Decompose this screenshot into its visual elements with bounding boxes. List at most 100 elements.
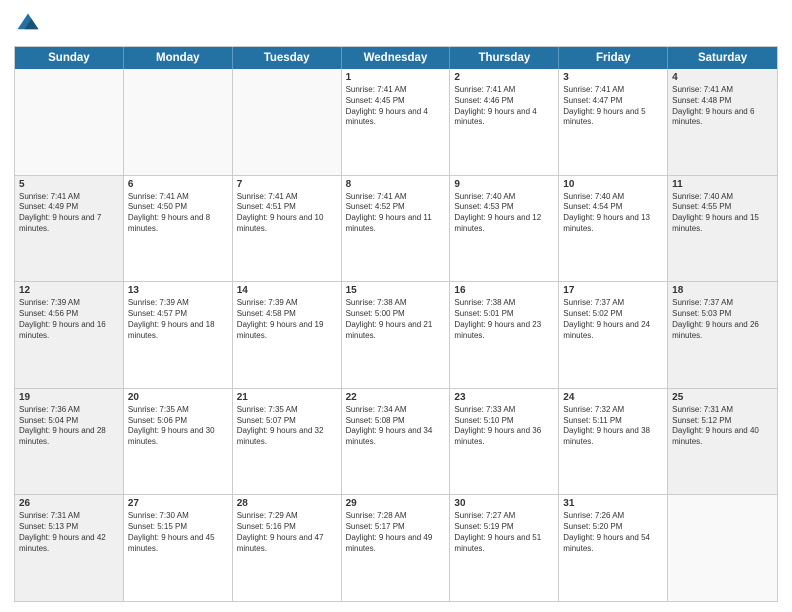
calendar-cell: 12 Sunrise: 7:39 AM Sunset: 4:56 PM Dayli… (15, 282, 124, 388)
day-number: 26 (19, 498, 119, 509)
day-number: 15 (346, 285, 446, 296)
day-info: Sunrise: 7:40 AM Sunset: 4:54 PM Dayligh… (563, 192, 663, 235)
day-info: Sunrise: 7:39 AM Sunset: 4:56 PM Dayligh… (19, 298, 119, 341)
calendar: SundayMondayTuesdayWednesdayThursdayFrid… (14, 46, 778, 602)
day-number: 14 (237, 285, 337, 296)
page: SundayMondayTuesdayWednesdayThursdayFrid… (0, 0, 792, 612)
day-number: 9 (454, 179, 554, 190)
day-info: Sunrise: 7:40 AM Sunset: 4:53 PM Dayligh… (454, 192, 554, 235)
day-number: 28 (237, 498, 337, 509)
day-number: 31 (563, 498, 663, 509)
day-number: 1 (346, 72, 446, 83)
calendar-cell: 3 Sunrise: 7:41 AM Sunset: 4:47 PM Daylig… (559, 69, 668, 175)
calendar-cell: 18 Sunrise: 7:37 AM Sunset: 5:03 PM Dayli… (668, 282, 777, 388)
day-number: 3 (563, 72, 663, 83)
calendar-cell: 22 Sunrise: 7:34 AM Sunset: 5:08 PM Dayli… (342, 389, 451, 495)
calendar-cell (233, 69, 342, 175)
day-header-wednesday: Wednesday (342, 47, 451, 69)
calendar-cell: 31 Sunrise: 7:26 AM Sunset: 5:20 PM Dayli… (559, 495, 668, 601)
day-number: 17 (563, 285, 663, 296)
day-info: Sunrise: 7:37 AM Sunset: 5:03 PM Dayligh… (672, 298, 773, 341)
day-number: 10 (563, 179, 663, 190)
day-number: 19 (19, 392, 119, 403)
calendar-row-4: 19Sunrise: 7:36 AM Sunset: 5:04 PM Dayli… (15, 388, 777, 495)
day-number: 23 (454, 392, 554, 403)
calendar-header: SundayMondayTuesdayWednesdayThursdayFrid… (15, 47, 777, 69)
day-number: 27 (128, 498, 228, 509)
calendar-cell: 28 Sunrise: 7:29 AM Sunset: 5:16 PM Dayli… (233, 495, 342, 601)
calendar-cell: 14 Sunrise: 7:39 AM Sunset: 4:58 PM Dayli… (233, 282, 342, 388)
day-header-saturday: Saturday (668, 47, 777, 69)
day-info: Sunrise: 7:41 AM Sunset: 4:47 PM Dayligh… (563, 85, 663, 128)
calendar-cell (668, 495, 777, 601)
day-number: 13 (128, 285, 228, 296)
logo (14, 10, 46, 38)
day-info: Sunrise: 7:38 AM Sunset: 5:00 PM Dayligh… (346, 298, 446, 341)
calendar-cell: 7 Sunrise: 7:41 AM Sunset: 4:51 PM Daylig… (233, 176, 342, 282)
day-info: Sunrise: 7:35 AM Sunset: 5:07 PM Dayligh… (237, 405, 337, 448)
day-number: 2 (454, 72, 554, 83)
day-info: Sunrise: 7:28 AM Sunset: 5:17 PM Dayligh… (346, 511, 446, 554)
day-header-sunday: Sunday (15, 47, 124, 69)
calendar-cell (15, 69, 124, 175)
day-info: Sunrise: 7:41 AM Sunset: 4:45 PM Dayligh… (346, 85, 446, 128)
day-info: Sunrise: 7:35 AM Sunset: 5:06 PM Dayligh… (128, 405, 228, 448)
day-number: 29 (346, 498, 446, 509)
calendar-cell: 20 Sunrise: 7:35 AM Sunset: 5:06 PM Dayli… (124, 389, 233, 495)
day-number: 22 (346, 392, 446, 403)
day-info: Sunrise: 7:41 AM Sunset: 4:46 PM Dayligh… (454, 85, 554, 128)
day-header-friday: Friday (559, 47, 668, 69)
day-number: 8 (346, 179, 446, 190)
calendar-cell: 25 Sunrise: 7:31 AM Sunset: 5:12 PM Dayli… (668, 389, 777, 495)
calendar-cell: 30Sunrise: 7:27 AM Sunset: 5:19 PM Dayli… (450, 495, 559, 601)
day-number: 11 (672, 179, 773, 190)
day-info: Sunrise: 7:31 AM Sunset: 5:12 PM Dayligh… (672, 405, 773, 448)
day-number: 20 (128, 392, 228, 403)
calendar-row-2: 5Sunrise: 7:41 AM Sunset: 4:49 PM Daylig… (15, 175, 777, 282)
day-number: 24 (563, 392, 663, 403)
day-info: Sunrise: 7:34 AM Sunset: 5:08 PM Dayligh… (346, 405, 446, 448)
day-number: 18 (672, 285, 773, 296)
calendar-cell: 26Sunrise: 7:31 AM Sunset: 5:13 PM Dayli… (15, 495, 124, 601)
calendar-cell: 1 Sunrise: 7:41 AM Sunset: 4:45 PM Daylig… (342, 69, 451, 175)
calendar-row-5: 26Sunrise: 7:31 AM Sunset: 5:13 PM Dayli… (15, 494, 777, 601)
calendar-body: 1 Sunrise: 7:41 AM Sunset: 4:45 PM Daylig… (15, 69, 777, 601)
day-info: Sunrise: 7:33 AM Sunset: 5:10 PM Dayligh… (454, 405, 554, 448)
day-info: Sunrise: 7:29 AM Sunset: 5:16 PM Dayligh… (237, 511, 337, 554)
day-number: 30 (454, 498, 554, 509)
calendar-cell: 11 Sunrise: 7:40 AM Sunset: 4:55 PM Dayli… (668, 176, 777, 282)
day-info: Sunrise: 7:41 AM Sunset: 4:50 PM Dayligh… (128, 192, 228, 235)
calendar-cell: 19Sunrise: 7:36 AM Sunset: 5:04 PM Dayli… (15, 389, 124, 495)
calendar-cell: 6Sunrise: 7:41 AM Sunset: 4:50 PM Daylig… (124, 176, 233, 282)
calendar-cell: 10 Sunrise: 7:40 AM Sunset: 4:54 PM Dayli… (559, 176, 668, 282)
header (14, 10, 778, 38)
day-info: Sunrise: 7:37 AM Sunset: 5:02 PM Dayligh… (563, 298, 663, 341)
day-info: Sunrise: 7:39 AM Sunset: 4:57 PM Dayligh… (128, 298, 228, 341)
day-info: Sunrise: 7:32 AM Sunset: 5:11 PM Dayligh… (563, 405, 663, 448)
day-header-tuesday: Tuesday (233, 47, 342, 69)
day-number: 7 (237, 179, 337, 190)
calendar-cell: 9 Sunrise: 7:40 AM Sunset: 4:53 PM Daylig… (450, 176, 559, 282)
day-info: Sunrise: 7:41 AM Sunset: 4:48 PM Dayligh… (672, 85, 773, 128)
day-number: 4 (672, 72, 773, 83)
calendar-cell: 5Sunrise: 7:41 AM Sunset: 4:49 PM Daylig… (15, 176, 124, 282)
day-info: Sunrise: 7:41 AM Sunset: 4:51 PM Dayligh… (237, 192, 337, 235)
calendar-cell: 15 Sunrise: 7:38 AM Sunset: 5:00 PM Dayli… (342, 282, 451, 388)
day-number: 21 (237, 392, 337, 403)
day-info: Sunrise: 7:41 AM Sunset: 4:49 PM Dayligh… (19, 192, 119, 235)
day-number: 25 (672, 392, 773, 403)
day-info: Sunrise: 7:26 AM Sunset: 5:20 PM Dayligh… (563, 511, 663, 554)
calendar-row-3: 12 Sunrise: 7:39 AM Sunset: 4:56 PM Dayli… (15, 281, 777, 388)
calendar-cell: 29 Sunrise: 7:28 AM Sunset: 5:17 PM Dayli… (342, 495, 451, 601)
calendar-cell: 21 Sunrise: 7:35 AM Sunset: 5:07 PM Dayli… (233, 389, 342, 495)
calendar-cell: 27 Sunrise: 7:30 AM Sunset: 5:15 PM Dayli… (124, 495, 233, 601)
day-info: Sunrise: 7:39 AM Sunset: 4:58 PM Dayligh… (237, 298, 337, 341)
day-header-thursday: Thursday (450, 47, 559, 69)
calendar-cell: 16Sunrise: 7:38 AM Sunset: 5:01 PM Dayli… (450, 282, 559, 388)
day-number: 12 (19, 285, 119, 296)
day-info: Sunrise: 7:30 AM Sunset: 5:15 PM Dayligh… (128, 511, 228, 554)
calendar-cell: 2 Sunrise: 7:41 AM Sunset: 4:46 PM Daylig… (450, 69, 559, 175)
logo-icon (14, 10, 42, 38)
calendar-cell: 24 Sunrise: 7:32 AM Sunset: 5:11 PM Dayli… (559, 389, 668, 495)
day-info: Sunrise: 7:40 AM Sunset: 4:55 PM Dayligh… (672, 192, 773, 235)
